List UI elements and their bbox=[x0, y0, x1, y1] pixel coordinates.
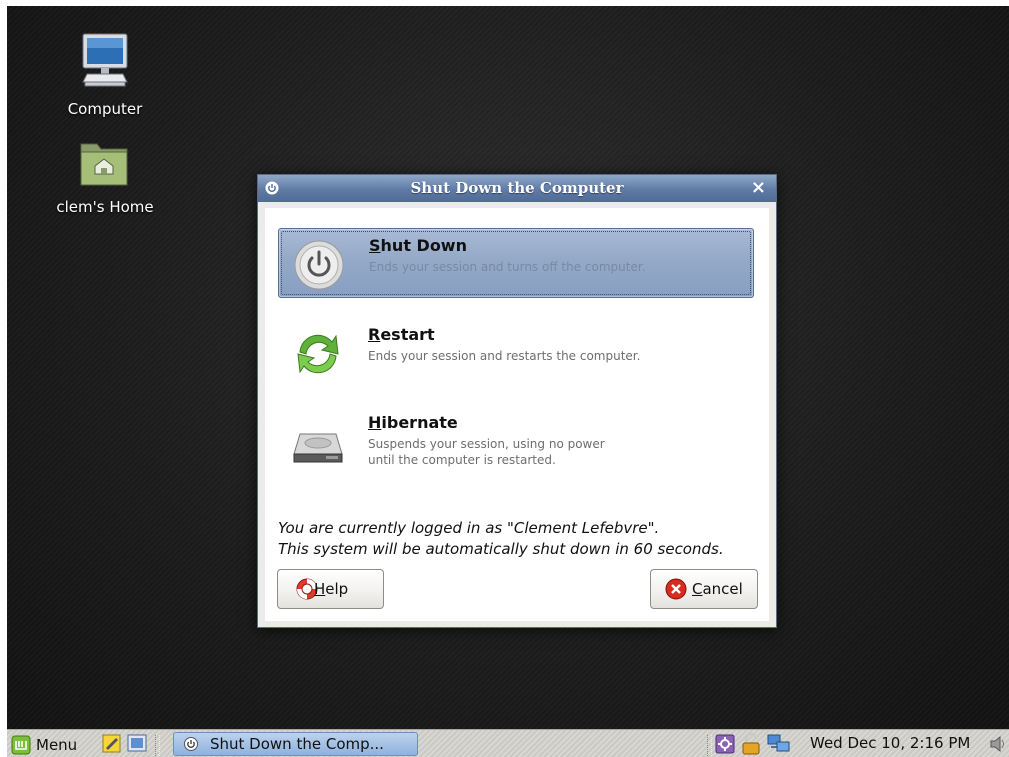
speaker-icon bbox=[990, 735, 1004, 753]
restart-icon bbox=[297, 334, 339, 374]
option-description: Ends your session and restarts the compu… bbox=[368, 349, 641, 363]
info-line: This system will be automatically shut d… bbox=[278, 540, 724, 558]
power-icon bbox=[184, 737, 198, 751]
cancel-icon bbox=[665, 578, 687, 600]
linux-mint-logo-icon bbox=[11, 735, 31, 754]
padlock-icon bbox=[742, 732, 760, 755]
option-title: Shut Down bbox=[369, 236, 467, 255]
network-icon bbox=[767, 734, 790, 752]
show-desktop-icon bbox=[127, 734, 147, 752]
restart-option[interactable]: Restart Ends your session and restarts t… bbox=[278, 318, 754, 388]
taskbar-window-label: Shut Down the Comp... bbox=[210, 735, 384, 753]
text-editor-icon bbox=[102, 734, 121, 753]
text-editor-launcher[interactable] bbox=[102, 733, 122, 757]
close-icon[interactable]: × bbox=[751, 177, 766, 198]
shutdown-option[interactable]: Shut Down Ends your session and turns of… bbox=[278, 228, 754, 298]
home-folder-icon bbox=[80, 143, 128, 186]
desktop-icon-label: Computer bbox=[67, 100, 143, 118]
taskbar-separator bbox=[707, 735, 712, 757]
logged-in-info: You are currently logged in as "Clement … bbox=[278, 518, 724, 560]
dialog-content: Shut Down Ends your session and turns of… bbox=[265, 208, 769, 621]
desktop: Computer clem's Home Shut Down the Compu… bbox=[7, 6, 1009, 757]
desktop-icon-label: clem's Home bbox=[56, 198, 154, 216]
clock[interactable]: Wed Dec 10, 2:16 PM bbox=[810, 734, 970, 757]
cancel-button[interactable]: Cancel bbox=[650, 569, 758, 609]
volume-tray[interactable] bbox=[989, 735, 1007, 757]
option-title: Hibernate bbox=[368, 413, 458, 432]
taskbar: Menu Shut Down the Comp... Wed Dec 10, 2… bbox=[7, 729, 1009, 757]
update-manager-tray[interactable] bbox=[741, 732, 761, 757]
gear-icon bbox=[715, 734, 735, 754]
taskbar-window-button[interactable]: Shut Down the Comp... bbox=[173, 732, 418, 756]
menu-label: Menu bbox=[36, 735, 78, 754]
dialog-titlebar[interactable]: Shut Down the Computer × bbox=[258, 175, 776, 202]
settings-tray-button[interactable] bbox=[715, 734, 735, 757]
desktop-icon-home[interactable]: clem's Home bbox=[45, 138, 165, 216]
main-menu-button[interactable]: Menu bbox=[11, 730, 77, 757]
option-description: Ends your session and turns off the comp… bbox=[369, 260, 646, 274]
option-description-line: Suspends your session, using no power bbox=[368, 437, 605, 451]
desktop-icon-computer[interactable]: Computer bbox=[45, 32, 165, 118]
option-description: Suspends your session, using no power un… bbox=[368, 436, 605, 468]
info-line: You are currently logged in as "Clement … bbox=[278, 519, 660, 537]
option-title: Restart bbox=[368, 325, 435, 344]
hard-drive-icon bbox=[293, 433, 343, 463]
cancel-button-label: Cancel bbox=[692, 580, 743, 598]
taskbar-separator bbox=[155, 735, 160, 757]
help-button-label: Help bbox=[314, 580, 349, 598]
shutdown-dialog: Shut Down the Computer × Shut Down Ends … bbox=[257, 174, 777, 628]
show-desktop-button[interactable] bbox=[127, 733, 147, 757]
hibernate-option[interactable]: Hibernate Suspends your session, using n… bbox=[278, 406, 754, 476]
power-icon bbox=[294, 240, 344, 290]
help-button[interactable]: Help bbox=[277, 569, 384, 609]
dialog-title: Shut Down the Computer bbox=[410, 179, 624, 197]
network-tray[interactable] bbox=[767, 733, 791, 757]
computer-icon bbox=[82, 33, 128, 87]
option-description-line: until the computer is restarted. bbox=[368, 453, 556, 467]
